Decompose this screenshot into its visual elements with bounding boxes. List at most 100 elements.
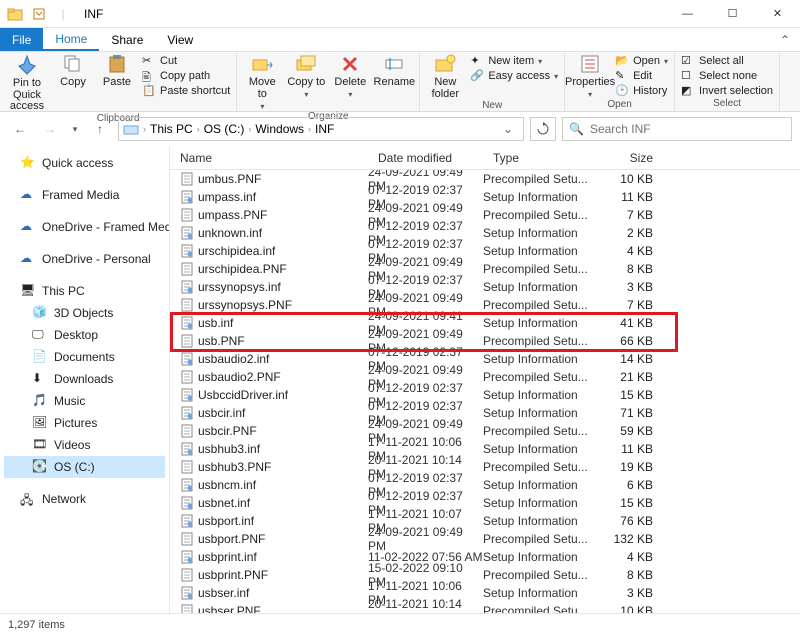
file-row[interactable]: usbser.PNF20-11-2021 10:14 PMPrecompiled… xyxy=(170,602,800,613)
tab-view[interactable]: View xyxy=(155,28,205,51)
file-row[interactable]: usbnet.inf07-12-2019 02:37 PMSetup Infor… xyxy=(170,494,800,512)
invert-selection-button[interactable]: ◩Invert selection xyxy=(681,84,773,98)
file-row[interactable]: urschipidea.inf07-12-2019 02:37 PMSetup … xyxy=(170,242,800,260)
file-row[interactable]: usbprint.PNF15-02-2022 09:10 PMPrecompil… xyxy=(170,566,800,584)
chevron-right-icon[interactable]: › xyxy=(195,124,202,134)
ribbon-collapse-button[interactable]: ⌃ xyxy=(770,28,800,51)
file-size: 71 KB xyxy=(595,406,665,420)
file-row[interactable]: usbaudio2.inf07-12-2019 02:37 PMSetup In… xyxy=(170,350,800,368)
nav-framed-media[interactable]: ☁Framed Media xyxy=(4,184,165,206)
file-row[interactable]: usbcir.inf07-12-2019 02:37 PMSetup Infor… xyxy=(170,404,800,422)
tab-file[interactable]: File xyxy=(0,28,43,51)
file-row[interactable]: UsbccidDriver.inf07-12-2019 02:37 PMSetu… xyxy=(170,386,800,404)
file-row[interactable]: usbport.inf17-11-2021 10:07 PMSetup Info… xyxy=(170,512,800,530)
file-row[interactable]: unknown.inf07-12-2019 02:37 PMSetup Info… xyxy=(170,224,800,242)
file-row[interactable]: usb.inf24-09-2021 09:41 PMSetup Informat… xyxy=(170,314,800,332)
rename-button[interactable]: Rename xyxy=(375,54,413,88)
cut-button[interactable]: ✂Cut xyxy=(142,54,230,68)
properties-button[interactable]: Properties▾ xyxy=(571,54,609,99)
col-name[interactable]: Name xyxy=(170,151,368,165)
nav-onedrive-personal[interactable]: ☁OneDrive - Personal xyxy=(4,248,165,270)
file-size: 7 KB xyxy=(595,298,665,312)
chevron-right-icon[interactable]: › xyxy=(306,124,313,134)
nav-quick-access[interactable]: ⭐Quick access xyxy=(4,152,165,174)
file-icon xyxy=(180,514,194,528)
open-button[interactable]: 📂Open▾ xyxy=(615,54,668,68)
file-row[interactable]: urschipidea.PNF24-09-2021 09:49 PMPrecom… xyxy=(170,260,800,278)
search-input[interactable] xyxy=(590,122,785,136)
nav-downloads[interactable]: ⬇Downloads xyxy=(4,368,165,390)
search-box[interactable]: 🔍 xyxy=(562,117,792,141)
up-button[interactable]: ↑ xyxy=(88,117,112,141)
minimize-button[interactable]: — xyxy=(665,0,710,28)
file-row[interactable]: usbhub3.PNF20-11-2021 10:14 PMPrecompile… xyxy=(170,458,800,476)
nav-documents[interactable]: 📄Documents xyxy=(4,346,165,368)
move-to-button[interactable]: Move to▾ xyxy=(243,54,281,111)
col-type[interactable]: Type xyxy=(483,151,595,165)
nav-this-pc[interactable]: 🖥This PC xyxy=(4,280,165,302)
edit-button[interactable]: ✎Edit xyxy=(615,69,668,83)
nav-3d-objects[interactable]: 🧊3D Objects xyxy=(4,302,165,324)
file-row[interactable]: usbhub3.inf17-11-2021 10:06 PMSetup Info… xyxy=(170,440,800,458)
delete-button[interactable]: Delete▾ xyxy=(331,54,369,99)
file-type: Setup Information xyxy=(483,406,595,420)
file-row[interactable]: usbcir.PNF24-09-2021 09:49 PMPrecompiled… xyxy=(170,422,800,440)
file-row[interactable]: usbport.PNF24-09-2021 09:49 PMPrecompile… xyxy=(170,530,800,548)
back-button[interactable]: ← xyxy=(8,117,32,141)
breadcrumb-part[interactable]: OS (C:) xyxy=(204,122,245,136)
paste-button[interactable]: Paste xyxy=(98,54,136,88)
file-icon xyxy=(180,424,194,438)
select-none-button[interactable]: ☐Select none xyxy=(681,69,773,83)
file-row[interactable]: umpass.PNF24-09-2021 09:49 PMPrecompiled… xyxy=(170,206,800,224)
paste-shortcut-button[interactable]: 📋Paste shortcut xyxy=(142,84,230,98)
file-list[interactable]: umbus.PNF24-09-2021 09:49 PMPrecompiled … xyxy=(170,170,800,613)
new-folder-button[interactable]: New folder xyxy=(426,54,464,100)
file-row[interactable]: usbprint.inf11-02-2022 07:56 AMSetup Inf… xyxy=(170,548,800,566)
copy-button[interactable]: Copy xyxy=(54,54,92,88)
nav-onedrive-framed[interactable]: ☁OneDrive - Framed Media xyxy=(4,216,165,238)
nav-music[interactable]: 🎵Music xyxy=(4,390,165,412)
nav-os-c[interactable]: 💽OS (C:) xyxy=(4,456,165,478)
new-item-button[interactable]: ✦New item▾ xyxy=(470,54,558,68)
recent-dropdown[interactable]: ▾ xyxy=(68,117,82,141)
file-row[interactable]: usbser.inf17-11-2021 10:06 PMSetup Infor… xyxy=(170,584,800,602)
file-icon xyxy=(180,244,194,258)
pin-button[interactable]: Pin to Quick access xyxy=(6,54,48,113)
refresh-button[interactable] xyxy=(530,117,556,141)
file-row[interactable]: umbus.PNF24-09-2021 09:49 PMPrecompiled … xyxy=(170,170,800,188)
copy-to-button[interactable]: Copy to▾ xyxy=(287,54,325,99)
breadcrumb-part[interactable]: INF xyxy=(315,122,334,136)
qat-down-icon[interactable] xyxy=(28,3,50,25)
maximize-button[interactable]: ☐ xyxy=(710,0,755,28)
nav-videos[interactable]: 🎞Videos xyxy=(4,434,165,456)
chevron-right-icon[interactable]: › xyxy=(141,124,148,134)
col-size[interactable]: Size xyxy=(595,151,665,165)
breadcrumb-dropdown[interactable]: ⌄ xyxy=(497,122,519,136)
breadcrumb-part[interactable]: This PC xyxy=(150,122,193,136)
nav-network[interactable]: 🖧Network xyxy=(4,488,165,510)
col-date[interactable]: Date modified xyxy=(368,151,483,165)
close-button[interactable]: ✕ xyxy=(755,0,800,28)
copy-path-button[interactable]: 🖹Copy path xyxy=(142,69,230,83)
file-row[interactable]: usbncm.inf07-12-2019 02:37 PMSetup Infor… xyxy=(170,476,800,494)
tab-home[interactable]: Home xyxy=(43,28,99,51)
file-row[interactable]: umpass.inf07-12-2019 02:37 PMSetup Infor… xyxy=(170,188,800,206)
select-all-button[interactable]: ☑Select all xyxy=(681,54,773,68)
breadcrumb[interactable]: › This PC › OS (C:) › Windows › INF ⌄ xyxy=(118,117,524,141)
file-row[interactable]: urssynopsys.inf07-12-2019 02:37 PMSetup … xyxy=(170,278,800,296)
file-row[interactable]: usbaudio2.PNF24-09-2021 09:49 PMPrecompi… xyxy=(170,368,800,386)
history-button[interactable]: 🕑History xyxy=(615,84,668,98)
easy-access-button[interactable]: 🔗Easy access▾ xyxy=(470,69,558,83)
nav-pictures[interactable]: 🖼Pictures xyxy=(4,412,165,434)
chevron-right-icon[interactable]: › xyxy=(246,124,253,134)
tab-share[interactable]: Share xyxy=(99,28,155,51)
file-row[interactable]: urssynopsys.PNF24-09-2021 09:49 PMPrecom… xyxy=(170,296,800,314)
chevron-down-icon: ▾ xyxy=(664,57,668,66)
file-size: 3 KB xyxy=(595,280,665,294)
file-size: 4 KB xyxy=(595,244,665,258)
breadcrumb-part[interactable]: Windows xyxy=(255,122,304,136)
file-row[interactable]: usb.PNF24-09-2021 09:49 PMPrecompiled Se… xyxy=(170,332,800,350)
edit-icon: ✎ xyxy=(615,69,629,83)
forward-button[interactable]: → xyxy=(38,117,62,141)
nav-desktop[interactable]: 🖵Desktop xyxy=(4,324,165,346)
